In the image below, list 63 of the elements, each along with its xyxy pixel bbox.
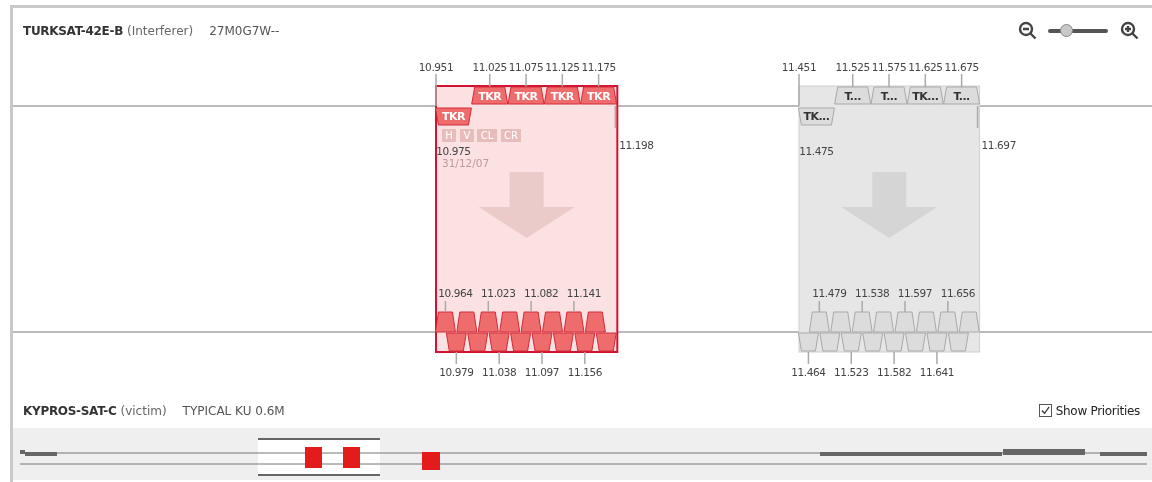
carrier-label: TKR (550, 90, 574, 103)
carrier-label: TKR (587, 90, 611, 103)
carrier-shape[interactable] (434, 107, 472, 126)
frequency-label: 11.538 (855, 287, 890, 299)
frequency-label: 11.479 (812, 287, 847, 299)
zoom-in-icon[interactable] (1120, 20, 1140, 41)
frequency-label: 11.597 (897, 287, 933, 299)
carrier-label: T... (880, 90, 898, 103)
carrier-label: TKR (514, 90, 538, 103)
polarization-tag: CL (477, 129, 497, 142)
frequency-label: 11.582 (876, 366, 912, 378)
frequency-label: 10.975 (436, 145, 471, 157)
frequency-label: 11.141 (566, 287, 602, 299)
carrier-shape[interactable] (797, 107, 835, 126)
frequency-label: 11.575 (871, 61, 907, 73)
frequency-label: 11.082 (523, 287, 559, 299)
frequency-label: 11.025 (472, 61, 507, 73)
frequency-label: 11.464 (791, 366, 826, 378)
role-label: (victim) (120, 403, 167, 418)
frequency-label: 11.075 (508, 61, 544, 73)
frequency-label: 11.023 (481, 287, 516, 299)
carrier-label: TKR (441, 110, 465, 123)
carrier-shape[interactable] (580, 86, 618, 105)
frequency-label: 10.964 (438, 287, 473, 299)
zoom-out-icon[interactable] (1018, 20, 1038, 41)
carrier-shape[interactable] (870, 86, 908, 105)
frequency-label: 10.979 (439, 366, 474, 378)
checkbox-label[interactable]: Show Priorities (1055, 403, 1140, 418)
polarization-tag: V (460, 129, 474, 142)
carrier-label: T... (844, 90, 861, 103)
satellite-name: KYPROS-SAT-C (23, 403, 117, 418)
frequency-label: 11.523 (834, 366, 869, 378)
polarization-tag: H (442, 129, 456, 142)
frequency-label: 11.175 (581, 61, 616, 73)
frequency-label: 11.641 (919, 366, 955, 378)
antenna-label: TYPICAL KU 0.6M (182, 403, 285, 418)
checkbox[interactable] (1038, 404, 1052, 417)
frequency-label: 10.951 (418, 61, 454, 73)
polarization-tag: CR (501, 129, 521, 142)
frequency-label: 11.625 (908, 61, 943, 73)
frequency-label: 11.656 (940, 287, 975, 299)
carrier-label: TK... (912, 90, 939, 103)
frequency-label: 11.198 (619, 139, 654, 151)
emission-code: 27M0G7W-- (209, 23, 280, 38)
carrier-label: TKR (478, 90, 502, 103)
frequency-label: 11.675 (944, 61, 979, 73)
frequency-label: 11.125 (545, 61, 580, 73)
frequency-label: 11.525 (835, 61, 870, 73)
frequency-label: 11.475 (799, 145, 834, 157)
carrier-shape[interactable] (834, 86, 872, 105)
frequency-label: 11.156 (567, 366, 602, 378)
frequency-label: 11.097 (524, 366, 560, 378)
carrier-label: TK... (803, 110, 830, 123)
carrier-shape[interactable] (943, 86, 981, 105)
carrier-label: T... (953, 90, 970, 103)
frequency-label: 11.038 (482, 366, 517, 378)
frequency-label: 11.451 (781, 61, 817, 73)
date-label: 31/12/07 (442, 157, 490, 169)
slider-thumb[interactable] (1060, 23, 1073, 37)
satellite-name: TURKSAT-42E-B (23, 23, 123, 38)
carrier-shape[interactable] (906, 86, 944, 105)
frequency-label: 11.697 (981, 139, 1016, 151)
role-label: (Interferer) (127, 23, 194, 38)
